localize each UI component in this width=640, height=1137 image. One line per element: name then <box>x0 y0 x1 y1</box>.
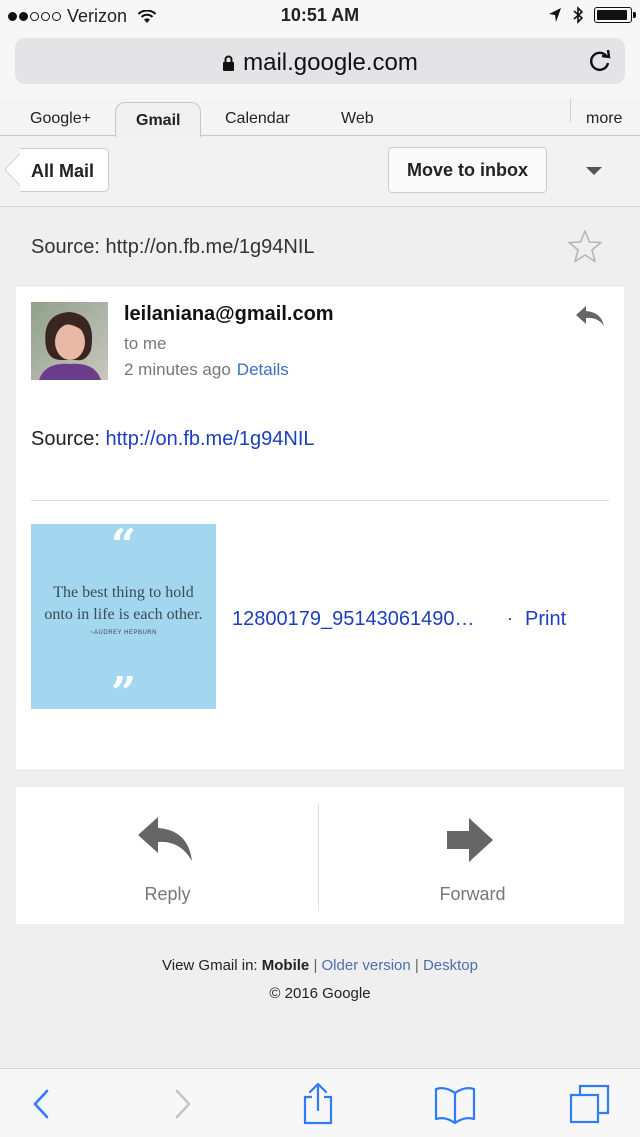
reply-arrow-icon <box>138 817 192 861</box>
desktop-view-link[interactable]: Desktop <box>423 957 478 974</box>
details-link[interactable]: Details <box>237 360 289 379</box>
open-quote-icon: “ <box>110 524 137 571</box>
bluetooth-icon <box>573 6 584 24</box>
message-body: Source: http://on.fb.me/1g94NIL <box>31 428 315 451</box>
browser-forward-icon[interactable] <box>160 1083 204 1125</box>
reply-action-button[interactable]: Reply <box>16 787 319 924</box>
status-right <box>548 6 636 24</box>
quote-line-1: The best thing to hold <box>53 584 194 601</box>
sender-avatar <box>31 302 108 380</box>
status-time: 10:51 AM <box>280 5 360 25</box>
message-subject: Source: http://on.fb.me/1g94NIL <box>31 236 315 258</box>
copyright: © 2016 Google <box>269 985 371 1002</box>
body-prefix: Source: <box>31 428 106 450</box>
reload-icon[interactable] <box>587 48 613 74</box>
quote-text: The best thing to hold onto in life is e… <box>31 582 216 626</box>
tab-more[interactable]: more <box>586 110 622 128</box>
mobile-view-current: Mobile <box>261 957 310 974</box>
reply-icon[interactable] <box>574 304 606 328</box>
forward-action-button[interactable]: Forward <box>321 787 624 924</box>
address-bar-area: mail.google.com <box>0 32 640 98</box>
attachment-filename-link[interactable]: 12800179_95143061490… <box>232 608 474 631</box>
source-link[interactable]: http://on.fb.me/1g94NIL <box>105 428 314 450</box>
attachment-thumbnail[interactable]: “ The best thing to hold onto in life is… <box>31 524 216 709</box>
message-time: 2 minutes ago Details <box>124 360 289 380</box>
more-actions-dropdown-icon[interactable] <box>586 167 602 175</box>
move-to-inbox-button[interactable]: Move to inbox <box>388 147 547 193</box>
message-timestamp: 2 minutes ago <box>124 360 231 379</box>
quote-author: ~AUDREY HEPBURN <box>90 630 157 636</box>
status-bar: Verizon 10:51 AM <box>0 0 640 32</box>
footer-separator: | <box>414 957 419 974</box>
browser-toolbar <box>0 1068 640 1137</box>
forward-arrow-icon <box>447 818 493 862</box>
tab-web[interactable]: Web <box>341 110 374 128</box>
browser-back-icon[interactable] <box>22 1083 66 1125</box>
tab-calendar[interactable]: Calendar <box>225 110 290 128</box>
close-quote-icon: ” <box>110 668 137 710</box>
view-mode-footer: View Gmail in: Mobile | Older version | … <box>0 957 640 974</box>
attachment-divider <box>31 500 609 501</box>
lock-icon <box>223 55 235 72</box>
view-prefix: View Gmail in: <box>162 957 258 974</box>
location-arrow-icon <box>549 8 561 22</box>
print-link[interactable]: Print <box>525 608 566 631</box>
message-card: leilaniana@gmail.com to me 2 minutes ago… <box>16 287 624 769</box>
forward-label: Forward <box>439 884 506 904</box>
tab-google-plus[interactable]: Google+ <box>30 110 91 128</box>
attachment-separator: · <box>507 608 513 628</box>
tabs-icon[interactable] <box>568 1083 612 1125</box>
battery-icon <box>594 7 636 23</box>
tab-gmail[interactable]: Gmail <box>115 102 202 137</box>
share-icon[interactable] <box>296 1083 340 1125</box>
reply-label: Reply <box>144 884 191 904</box>
tab-divider <box>570 98 571 122</box>
url-display[interactable]: mail.google.com <box>15 49 625 77</box>
reply-forward-panel: Reply Forward <box>16 787 624 924</box>
recipient-line: to me <box>124 334 167 353</box>
older-version-link[interactable]: Older version <box>322 957 411 974</box>
quote-line-2: onto in life is each other. <box>44 606 203 623</box>
address-bar[interactable]: mail.google.com <box>15 38 625 84</box>
bookmarks-icon[interactable] <box>433 1083 477 1125</box>
star-icon[interactable] <box>566 228 604 266</box>
footer-separator: | <box>313 957 318 974</box>
action-divider <box>318 803 319 911</box>
google-nav-tabs: Google+ Gmail Calendar Web more <box>0 98 640 137</box>
sender-email: leilaniana@gmail.com <box>124 303 334 325</box>
url-text: mail.google.com <box>243 49 418 76</box>
all-mail-button[interactable]: All Mail <box>20 148 109 192</box>
message-toolbar: All Mail Move to inbox <box>0 137 640 207</box>
